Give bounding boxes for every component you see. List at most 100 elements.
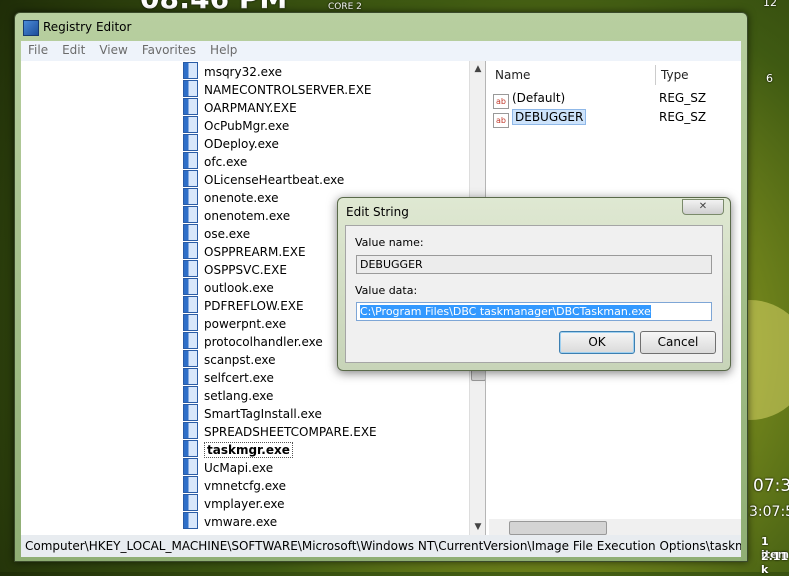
value-row-selected[interactable]: ab DEBUGGER <box>493 108 587 128</box>
tree-item-label: SmartTagInstall.exe <box>204 407 322 421</box>
tree-item-label: onenote.exe <box>204 191 279 205</box>
menu-view[interactable]: View <box>92 41 134 59</box>
column-header-type[interactable]: Type <box>655 65 741 85</box>
folder-icon <box>183 242 198 259</box>
folder-icon <box>183 314 198 331</box>
tree-item[interactable]: vmplayer.exe <box>183 494 285 512</box>
tree-item[interactable]: selfcert.exe <box>183 368 274 386</box>
value-data-input[interactable]: C:\Program Files\DBC taskmanager\DBCTask… <box>356 302 712 321</box>
folder-icon <box>183 206 198 223</box>
title-bar[interactable]: Registry Editor <box>15 13 747 41</box>
folder-icon <box>183 512 198 529</box>
tree-item[interactable]: vmware.exe <box>183 512 277 530</box>
folder-icon <box>183 278 198 295</box>
tree-item[interactable]: ose.exe <box>183 224 250 242</box>
close-icon[interactable]: ✕ <box>682 199 724 215</box>
status-bar-path: Computer\HKEY_LOCAL_MACHINE\SOFTWARE\Mic… <box>21 535 741 557</box>
string-value-icon: ab <box>493 94 509 109</box>
folder-icon <box>183 260 198 277</box>
tree-item[interactable]: PDFREFLOW.EXE <box>183 296 304 314</box>
folder-icon <box>183 350 198 367</box>
tree-item[interactable]: OSPPREARM.EXE <box>183 242 306 260</box>
tree-item[interactable]: powerpnt.exe <box>183 314 286 332</box>
scroll-thumb[interactable] <box>509 521 607 535</box>
scroll-up-arrow-icon[interactable]: ▲ <box>470 61 485 77</box>
tree-item-label: OSPPSVC.EXE <box>204 263 287 277</box>
right-gadget-number: 12 <box>763 0 777 9</box>
menu-edit[interactable]: Edit <box>55 41 92 59</box>
tree-item[interactable]: SPREADSHEETCOMPARE.EXE <box>183 422 377 440</box>
menu-favorites[interactable]: Favorites <box>135 41 203 59</box>
tree-item-label: NAMECONTROLSERVER.EXE <box>204 83 372 97</box>
tree-item-label: ofc.exe <box>204 155 248 169</box>
value-data-text: C:\Program Files\DBC taskmanager\DBCTask… <box>360 305 651 318</box>
folder-icon <box>183 458 198 475</box>
tree-item-label: SPREADSHEETCOMPARE.EXE <box>204 425 377 439</box>
scroll-down-arrow-icon[interactable]: ▼ <box>470 519 485 535</box>
folder-icon <box>183 476 198 493</box>
folder-icon <box>183 80 198 97</box>
tree-item-label: onenotem.exe <box>204 209 291 223</box>
ok-button[interactable]: OK <box>559 331 635 354</box>
tree-item-label: vmware.exe <box>204 515 278 529</box>
menu-file[interactable]: File <box>21 41 55 59</box>
tree-item-label: OcPubMgr.exe <box>204 119 290 133</box>
tree-item[interactable]: onenote.exe <box>183 188 278 206</box>
folder-icon <box>183 224 198 241</box>
value-data-label: Value data: <box>355 284 418 297</box>
tree-item-label: ODeploy.exe <box>204 137 279 151</box>
cpu-core-label: CORE 2 <box>328 2 362 12</box>
values-horizontal-scrollbar[interactable] <box>489 519 741 535</box>
value-type: REG_SZ <box>659 91 707 105</box>
tree-item-label: taskmgr.exe <box>204 442 293 458</box>
menu-help[interactable]: Help <box>203 41 244 59</box>
folder-icon <box>183 296 198 313</box>
right-gadget-time: 07:3 <box>753 476 789 496</box>
cancel-button[interactable]: Cancel <box>640 331 716 354</box>
tree-item[interactable]: SmartTagInstall.exe <box>183 404 322 422</box>
folder-icon <box>183 98 198 115</box>
folder-icon <box>183 188 198 205</box>
dialog-body: Value name: DEBUGGER Value data: C:\Prog… <box>345 225 723 363</box>
tree-item-label: OSPPREARM.EXE <box>204 245 306 259</box>
dialog-title: Edit String <box>346 205 409 219</box>
tree-item[interactable]: msqry32.exe <box>183 62 282 80</box>
tree-item[interactable]: ofc.exe <box>183 152 247 170</box>
column-header-name[interactable]: Name <box>489 65 655 85</box>
right-gadget-size: 2.11 k <box>761 550 789 576</box>
tree-item[interactable]: OcPubMgr.exe <box>183 116 289 134</box>
tree-item-label: PDFREFLOW.EXE <box>204 299 304 313</box>
tree-item[interactable]: onenotem.exe <box>183 206 290 224</box>
tree-item[interactable]: scanpst.exe <box>183 350 275 368</box>
tree-item-label: selfcert.exe <box>204 371 274 385</box>
regedit-app-icon <box>23 20 39 36</box>
folder-icon <box>183 404 198 421</box>
right-gadget-time: 3:07:5 <box>749 504 789 520</box>
value-row[interactable]: ab (Default) <box>493 89 566 109</box>
tree-item[interactable]: ODeploy.exe <box>183 134 279 152</box>
tree-item-label: protocolhandler.exe <box>204 335 323 349</box>
tree-item[interactable]: outlook.exe <box>183 278 274 296</box>
right-gadget-number: 6 <box>766 72 773 85</box>
tree-item[interactable]: setlang.exe <box>183 386 273 404</box>
tree-item[interactable]: NAMECONTROLSERVER.EXE <box>183 80 372 98</box>
value-row[interactable]: REG_SZ <box>659 108 706 126</box>
tree-item-selected[interactable]: taskmgr.exe <box>183 440 293 458</box>
value-name: DEBUGGER <box>512 109 587 125</box>
tree-item[interactable]: protocolhandler.exe <box>183 332 323 350</box>
folder-icon <box>183 332 198 349</box>
tree-item[interactable]: vmnetcfg.exe <box>183 476 286 494</box>
edit-string-dialog: Edit String ✕ Value name: DEBUGGER Value… <box>337 197 731 371</box>
tree-item[interactable]: OLicenseHeartbeat.exe <box>183 170 344 188</box>
tree-item-label: UcMapi.exe <box>204 461 274 475</box>
tree-item-label: scanpst.exe <box>204 353 276 367</box>
folder-icon <box>183 152 198 169</box>
tree-item-label: OARPMANY.EXE <box>204 101 297 115</box>
tree-item[interactable]: OSPPSVC.EXE <box>183 260 287 278</box>
tree-item[interactable]: OARPMANY.EXE <box>183 98 297 116</box>
value-row[interactable]: REG_SZ <box>659 89 706 107</box>
value-name: (Default) <box>512 91 566 105</box>
tree-item-label: outlook.exe <box>204 281 274 295</box>
tree-item[interactable]: UcMapi.exe <box>183 458 273 476</box>
value-type: REG_SZ <box>659 110 707 124</box>
